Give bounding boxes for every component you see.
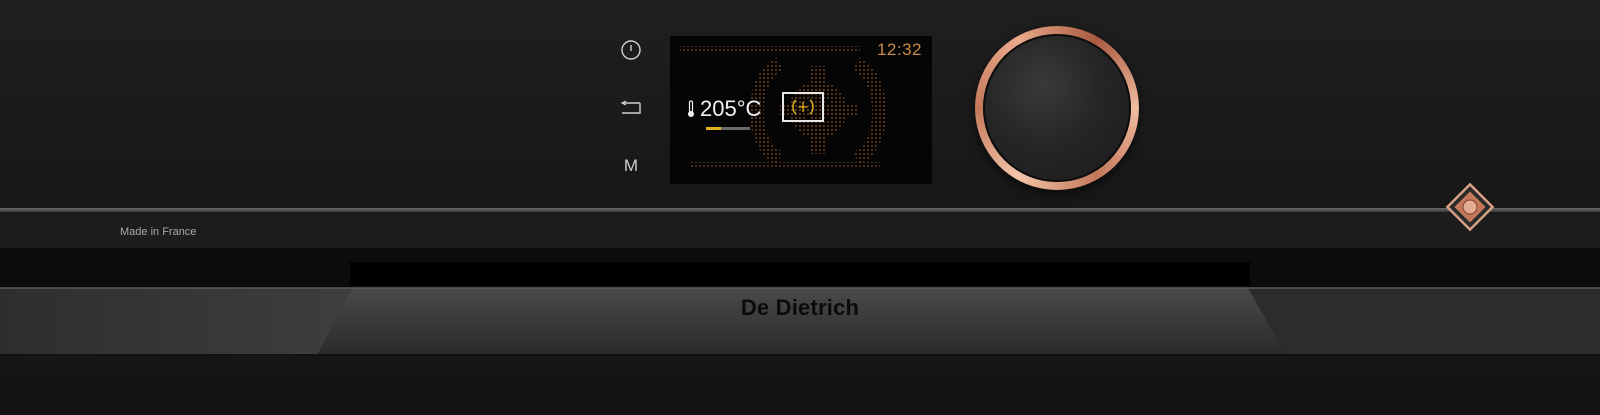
power-button[interactable] <box>615 34 647 66</box>
oven-display[interactable]: 12:32 205°C <box>670 36 932 184</box>
power-icon <box>621 40 641 60</box>
door-shadow <box>350 262 1250 286</box>
fan-heat-icon <box>792 99 814 115</box>
thermometer-icon <box>688 100 694 117</box>
diamond-logo-icon <box>1445 182 1495 232</box>
cooking-mode-indicator[interactable] <box>782 92 824 122</box>
clock-display: 12:32 <box>876 40 922 59</box>
made-in-label: Made in France <box>120 226 197 238</box>
temperature-readout: 205°C <box>686 96 761 122</box>
brand-logo: De Dietrich <box>740 295 860 320</box>
rotary-knob[interactable] <box>975 26 1139 190</box>
door-lower <box>0 356 1600 415</box>
back-button[interactable] <box>615 92 647 124</box>
knob-center <box>983 34 1131 182</box>
menu-label: M <box>623 156 639 175</box>
temperature-value: 205°C <box>700 96 762 121</box>
menu-button[interactable]: M <box>615 150 647 182</box>
progress-fill <box>706 127 722 130</box>
oven-front: M 12:32 205°C Made in France De Dietrich <box>0 0 1600 415</box>
label-strip <box>0 212 1600 248</box>
progress-bar <box>706 127 750 130</box>
back-arrow-icon <box>620 100 641 114</box>
